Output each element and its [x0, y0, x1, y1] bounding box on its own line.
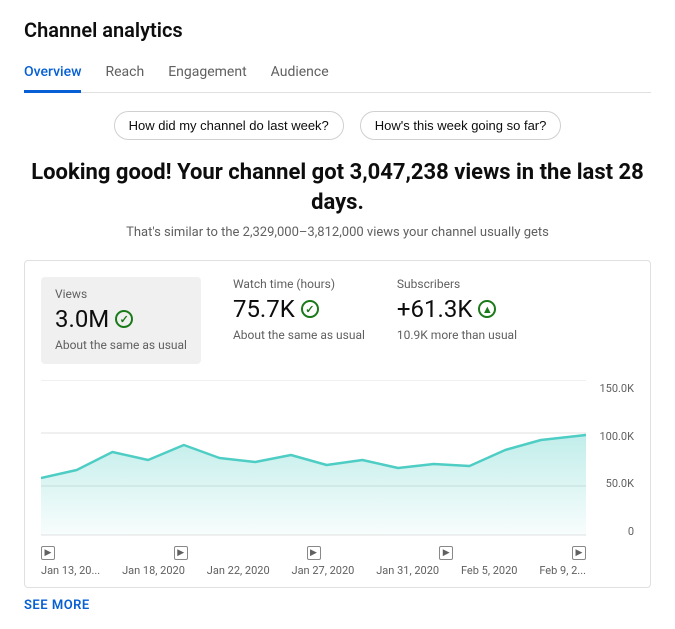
stat-watch-time-note: About the same as usual: [233, 327, 365, 344]
x-label-jan18: Jan 18, 2020: [122, 564, 185, 577]
stat-subscribers-note: 10.9K more than usual: [397, 327, 517, 344]
x-label-jan31: Jan 31, 2020: [376, 564, 439, 577]
stats-chart-card: Views 3.0M ✓ About the same as usual Wat…: [24, 260, 651, 588]
chart-area: 150.0K 100.0K 50.0K 0: [41, 380, 634, 540]
stat-subscribers-label: Subscribers: [397, 277, 517, 291]
stat-subscribers-value: +61.3K ▲: [397, 295, 517, 323]
x-label-jan13: Jan 13, 20...: [41, 564, 100, 577]
video-marker-5[interactable]: ▶: [572, 546, 586, 560]
stat-views-note: About the same as usual: [55, 337, 187, 354]
quick-questions-row: How did my channel do last week? How's t…: [24, 111, 651, 140]
video-marker-4[interactable]: ▶: [439, 546, 453, 560]
y-label-150k: 150.0K: [599, 382, 634, 395]
tabs-nav: Overview Reach Engagement Audience: [24, 56, 651, 93]
x-label-feb9: Feb 9, 2...: [539, 564, 586, 577]
tab-audience[interactable]: Audience: [271, 56, 329, 93]
views-check-icon: ✓: [115, 310, 133, 328]
stats-row: Views 3.0M ✓ About the same as usual Wat…: [41, 277, 634, 364]
this-week-button[interactable]: How's this week going so far?: [360, 111, 562, 140]
tab-overview[interactable]: Overview: [24, 56, 81, 93]
x-axis-labels: Jan 13, 20... Jan 18, 2020 Jan 22, 2020 …: [41, 564, 634, 577]
y-label-100k: 100.0K: [599, 430, 634, 443]
subheadline-text: That's similar to the 2,329,000–3,812,00…: [24, 225, 651, 240]
x-label-jan22: Jan 22, 2020: [207, 564, 270, 577]
last-week-button[interactable]: How did my channel do last week?: [114, 111, 344, 140]
page-title: Channel analytics: [24, 18, 651, 42]
x-label-jan27: Jan 27, 2020: [292, 564, 355, 577]
page-container: Channel analytics Overview Reach Engagem…: [0, 0, 675, 629]
see-more-link[interactable]: SEE MORE: [24, 598, 90, 613]
stat-subscribers: Subscribers +61.3K ▲ 10.9K more than usu…: [397, 277, 517, 364]
subscribers-arrow-icon: ▲: [478, 300, 496, 318]
stat-views: Views 3.0M ✓ About the same as usual: [41, 277, 201, 364]
video-marker-1[interactable]: ▶: [41, 546, 55, 560]
stat-views-value: 3.0M ✓: [55, 305, 187, 333]
stat-watch-time-value: 75.7K ✓: [233, 295, 365, 323]
tab-reach[interactable]: Reach: [105, 56, 144, 93]
y-label-0: 0: [628, 525, 634, 538]
video-marker-3[interactable]: ▶: [307, 546, 321, 560]
headline-text: Looking good! Your channel got 3,047,238…: [24, 158, 651, 217]
stat-watch-time: Watch time (hours) 75.7K ✓ About the sam…: [233, 277, 365, 364]
y-label-50k: 50.0K: [606, 477, 634, 490]
chart-svg: [41, 380, 586, 540]
watch-time-check-icon: ✓: [301, 300, 319, 318]
y-axis-labels: 150.0K 100.0K 50.0K 0: [586, 380, 634, 540]
x-label-feb5: Feb 5, 2020: [461, 564, 518, 577]
video-marker-2[interactable]: ▶: [174, 546, 188, 560]
stat-watch-time-label: Watch time (hours): [233, 277, 365, 291]
video-markers-row: ▶ ▶ ▶ ▶ ▶: [41, 546, 634, 560]
tab-engagement[interactable]: Engagement: [168, 56, 246, 93]
stat-views-label: Views: [55, 287, 187, 301]
